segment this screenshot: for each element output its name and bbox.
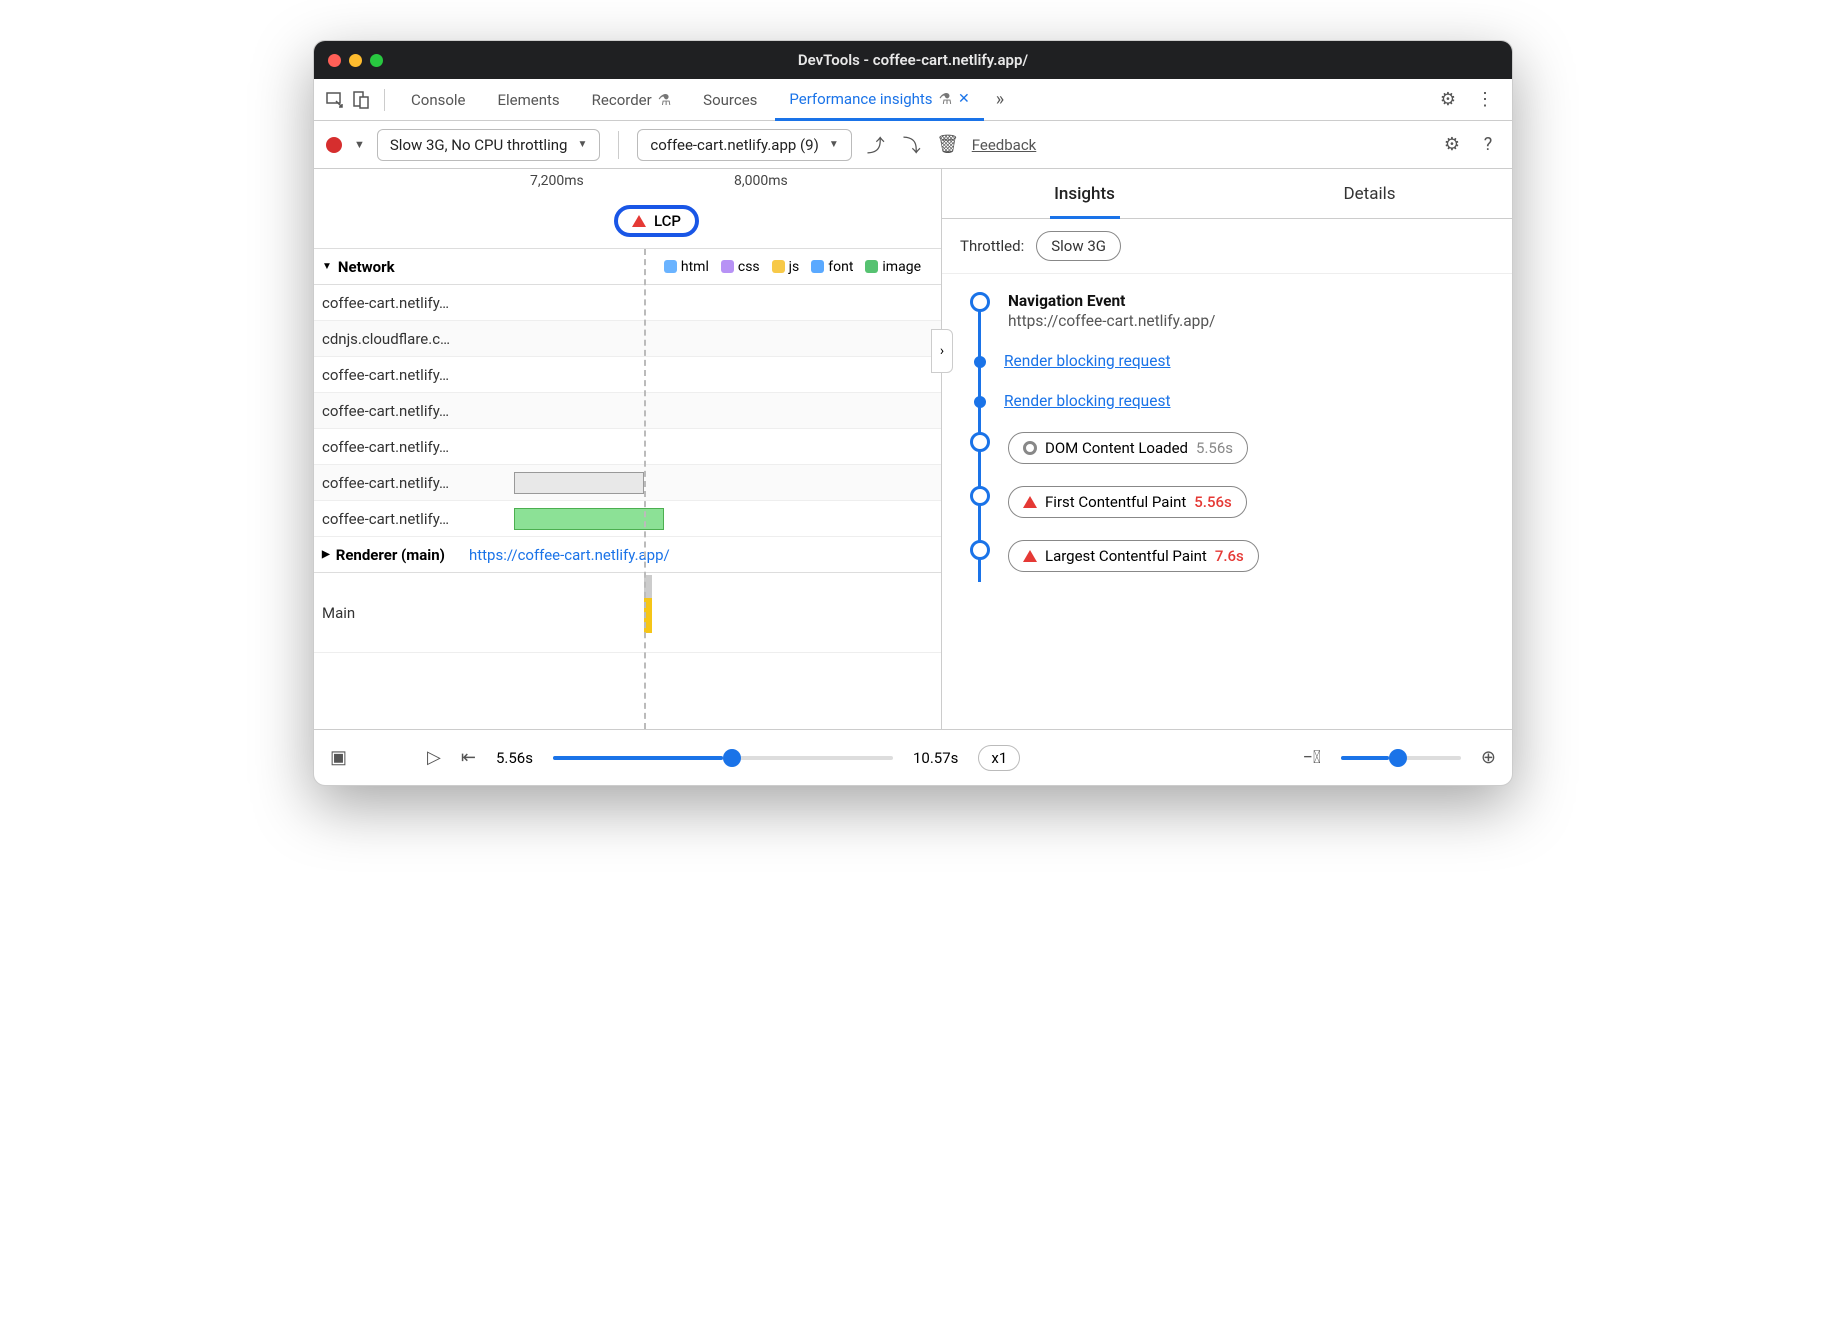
playhead-line — [644, 249, 646, 729]
network-rows: coffee-cart.netlify… cdnjs.cloudflare.c…… — [314, 285, 941, 537]
time-start: 5.56s — [496, 749, 533, 767]
event-lcp[interactable]: Largest Contentful Paint 7.6s — [970, 540, 1494, 572]
timeline-ruler[interactable]: 7,200ms 8,000ms LCP — [314, 169, 941, 249]
time-tick: 8,000ms — [734, 173, 788, 189]
event-dcl[interactable]: DOM Content Loaded 5.56s — [970, 432, 1494, 464]
page-select[interactable]: coffee-cart.netlify.app (9)▼ — [637, 129, 851, 161]
renderer-section-header[interactable]: ▶ Renderer (main) https://coffee-cart.ne… — [314, 537, 941, 573]
zoom-out-icon[interactable]: −⃝ — [1303, 747, 1321, 768]
flask-icon: ⚗ — [939, 90, 952, 108]
tab-recorder[interactable]: Recorder ⚗ — [578, 79, 686, 120]
zoom-slider[interactable] — [1341, 756, 1461, 760]
throttle-pill[interactable]: Slow 3G — [1036, 231, 1121, 261]
toolbar: ▼ Slow 3G, No CPU throttling▼ coffee-car… — [314, 121, 1512, 169]
trash-icon[interactable]: 🗑 — [936, 134, 960, 155]
throttle-row: Throttled: Slow 3G — [942, 219, 1512, 274]
feedback-link[interactable]: Feedback — [972, 136, 1037, 154]
network-section-header[interactable]: ▼ Network html css js font image — [314, 249, 941, 285]
tab-sources[interactable]: Sources — [689, 79, 771, 120]
download-icon[interactable]: ⤵ — [900, 132, 924, 158]
settings-gear-icon[interactable]: ⚙ — [1440, 134, 1464, 155]
record-menu-chevron[interactable]: ▼ — [354, 138, 365, 151]
insights-tabs: Insights Details — [942, 169, 1512, 219]
rewind-icon[interactable]: ⇤ — [461, 747, 476, 768]
time-tick: 7,200ms — [530, 173, 584, 189]
lcp-marker[interactable]: LCP — [614, 205, 699, 237]
help-icon[interactable]: ? — [1476, 134, 1500, 155]
event-fcp[interactable]: First Contentful Paint 5.56s — [970, 486, 1494, 518]
tab-console[interactable]: Console — [397, 79, 480, 120]
network-row[interactable]: coffee-cart.netlify… — [314, 357, 941, 393]
warning-triangle-icon — [632, 215, 646, 227]
window-title: DevTools - coffee-cart.netlify.app/ — [314, 51, 1512, 69]
warning-triangle-icon — [1023, 496, 1037, 508]
right-panel: Insights Details Throttled: Slow 3G Navi… — [942, 169, 1512, 729]
footer: ▣ ▷ ⇤ 5.56s 10.57s x1 −⃝ ⊕ — [314, 729, 1512, 785]
network-row[interactable]: coffee-cart.netlify… — [314, 465, 941, 501]
time-end: 10.57s — [913, 749, 958, 767]
titlebar: DevTools - coffee-cart.netlify.app/ — [314, 41, 1512, 79]
disclosure-triangle-icon: ▶ — [322, 549, 330, 560]
panel-expand-handle[interactable]: › — [931, 329, 953, 373]
tabbar: Console Elements Recorder ⚗ Sources Perf… — [314, 79, 1512, 121]
left-panel: 7,200ms 8,000ms LCP ▼ Network html css j… — [314, 169, 942, 729]
tab-elements[interactable]: Elements — [484, 79, 574, 120]
event-render-blocking[interactable]: Render blocking request — [970, 392, 1494, 410]
network-row[interactable]: coffee-cart.netlify… — [314, 393, 941, 429]
inspect-icon[interactable] — [324, 89, 346, 111]
network-row[interactable]: coffee-cart.netlify… — [314, 285, 941, 321]
record-button[interactable] — [326, 137, 342, 153]
speed-pill[interactable]: x1 — [978, 745, 1020, 771]
zoom-in-icon[interactable]: ⊕ — [1481, 747, 1496, 768]
tab-details[interactable]: Details — [1227, 169, 1512, 218]
renderer-url[interactable]: https://coffee-cart.netlify.app/ — [469, 546, 670, 564]
kebab-icon[interactable]: ⋮ — [1468, 89, 1502, 110]
disclosure-triangle-icon: ▼ — [322, 261, 332, 272]
time-slider[interactable] — [553, 756, 893, 760]
network-legend: html css js font image — [664, 259, 933, 275]
flask-icon: ⚗ — [658, 91, 671, 109]
gear-icon[interactable]: ⚙ — [1432, 89, 1464, 110]
insights-timeline: Navigation Event https://coffee-cart.net… — [942, 274, 1512, 602]
close-tab-icon[interactable]: ✕ — [958, 91, 970, 107]
screenshot-toggle-icon[interactable]: ▣ — [330, 747, 347, 768]
tabs-overflow[interactable]: » — [988, 89, 1012, 110]
play-icon[interactable]: ▷ — [427, 747, 441, 768]
content: 7,200ms 8,000ms LCP ▼ Network html css j… — [314, 169, 1512, 729]
event-render-blocking[interactable]: Render blocking request — [970, 352, 1494, 370]
network-row[interactable]: coffee-cart.netlify… — [314, 501, 941, 537]
device-icon[interactable] — [350, 89, 372, 111]
network-row[interactable]: coffee-cart.netlify… — [314, 429, 941, 465]
network-row[interactable]: cdnjs.cloudflare.c… — [314, 321, 941, 357]
warning-triangle-icon — [1023, 550, 1037, 562]
main-thread-row[interactable]: Main — [314, 573, 941, 653]
circle-icon — [1023, 441, 1037, 455]
tab-performance-insights[interactable]: Performance insights ⚗ ✕ — [775, 80, 983, 121]
event-navigation[interactable]: Navigation Event https://coffee-cart.net… — [970, 292, 1494, 330]
upload-icon[interactable]: ⤴ — [864, 132, 888, 158]
throttle-select[interactable]: Slow 3G, No CPU throttling▼ — [377, 129, 600, 161]
tab-insights[interactable]: Insights — [942, 169, 1227, 218]
devtools-window: DevTools - coffee-cart.netlify.app/ Cons… — [313, 40, 1513, 786]
